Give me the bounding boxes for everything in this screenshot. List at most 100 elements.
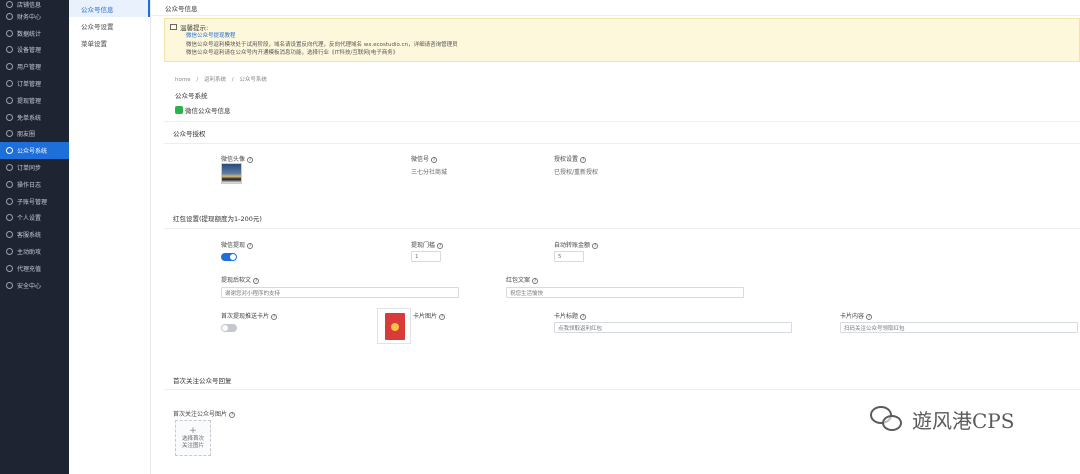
- sidebar-item[interactable]: 个人设置: [0, 210, 69, 227]
- sidebar-item[interactable]: 数据统计: [0, 25, 69, 42]
- first-push-label: 首次提现推送卡片?: [221, 313, 278, 320]
- menu-icon: [6, 130, 13, 138]
- divider: [164, 228, 1080, 229]
- help-icon[interactable]: ?: [271, 313, 278, 320]
- red-text-input[interactable]: 祝您生活愉快: [506, 287, 744, 298]
- toggle-knob: [230, 254, 236, 260]
- sidebar-item-label: 主动助攻: [17, 249, 42, 257]
- after-text-input[interactable]: 谢谢您对小程序的支持: [221, 287, 459, 298]
- sidebar-item[interactable]: 提现管理: [0, 92, 69, 109]
- toggle-knob: [222, 325, 228, 331]
- auth-status-value[interactable]: 已授权/重新授权: [554, 167, 598, 176]
- sidebar-item[interactable]: 设备管理: [0, 42, 69, 59]
- coin-icon: [391, 323, 399, 331]
- menu-icon: [6, 214, 13, 222]
- help-icon[interactable]: ?: [866, 313, 873, 320]
- sidebar-item[interactable]: 朋友圈: [0, 126, 69, 143]
- subnav-item[interactable]: 公众号信息: [69, 0, 150, 17]
- help-icon[interactable]: ?: [532, 277, 539, 284]
- help-icon[interactable]: ?: [580, 156, 587, 163]
- divider: [164, 121, 1080, 122]
- sidebar-item-label: 代理充值: [17, 265, 42, 273]
- sidebar-item[interactable]: 用户管理: [0, 58, 69, 75]
- sidebar-item-label: 朋友圈: [17, 131, 36, 139]
- menu-icon: [6, 231, 13, 239]
- menu-icon: [6, 197, 13, 205]
- menu-icon: [6, 147, 13, 155]
- sidebar-item-label: 免单系统: [17, 114, 42, 122]
- notice-tutorial-link[interactable]: 微信公众号提现教程: [186, 32, 1074, 41]
- breadcrumb-level2: 公众号系统: [239, 77, 267, 83]
- breadcrumb-sep: /: [231, 77, 234, 83]
- avatar-label: 微信头像?: [221, 156, 254, 163]
- sidebar-item-label: 个人设置: [17, 215, 42, 223]
- sub-nav: 公众号信息 公众号设置 菜单设置: [69, 0, 151, 474]
- breadcrumb-home[interactable]: home: [175, 77, 191, 83]
- main-sidebar: 店铺信息财务中心数据统计设备管理用户管理订单管理提现管理免单系统朋友圈公众号系统…: [0, 0, 69, 474]
- breadcrumb-level1[interactable]: 返利系统: [204, 77, 226, 83]
- menu-icon: [6, 264, 13, 272]
- card-image-preview[interactable]: [377, 308, 411, 344]
- wx-info-label: 微信公众号信息: [185, 107, 231, 115]
- sidebar-item[interactable]: 客服系统: [0, 226, 69, 243]
- sidebar-item-label: 财务中心: [17, 13, 42, 21]
- sidebar-item[interactable]: 免单系统: [0, 109, 69, 126]
- menu-icon: [6, 248, 13, 256]
- sidebar-item[interactable]: 主动助攻: [0, 243, 69, 260]
- wechat-icon: [175, 106, 183, 114]
- sidebar-item[interactable]: 财务中心: [0, 8, 69, 25]
- sidebar-item[interactable]: 订单同步: [0, 159, 69, 176]
- sidebar-item[interactable]: 公众号系统: [0, 142, 69, 160]
- help-icon[interactable]: ?: [229, 411, 236, 418]
- card-content-input[interactable]: 扫码关注公众号领取红包: [840, 322, 1078, 333]
- card-image-label: 卡片图片?: [413, 313, 446, 320]
- menu-icon: [6, 281, 13, 289]
- page-title: 公众号信息: [151, 0, 1080, 16]
- sidebar-item-label: 设备管理: [17, 47, 42, 55]
- help-icon[interactable]: ?: [580, 313, 587, 320]
- upload-line-1: 选择首次: [181, 435, 204, 442]
- help-icon[interactable]: ?: [439, 313, 446, 320]
- wxid-label: 微信号?: [411, 156, 438, 163]
- after-text-label: 提现后软文?: [221, 277, 260, 284]
- subnav-item[interactable]: 菜单设置: [69, 34, 150, 51]
- help-icon[interactable]: ?: [247, 242, 254, 249]
- sidebar-item[interactable]: 店铺信息: [0, 0, 69, 8]
- sidebar-item[interactable]: 子账号管理: [0, 193, 69, 210]
- sidebar-item[interactable]: 订单管理: [0, 75, 69, 92]
- wx-withdraw-toggle[interactable]: [221, 253, 237, 261]
- threshold-input[interactable]: 1: [411, 251, 441, 262]
- auto-amount-label: 自动转账金额?: [554, 242, 599, 249]
- first-push-toggle[interactable]: [221, 324, 237, 332]
- card-title-input[interactable]: 点我领取返利红包: [554, 322, 792, 333]
- breadcrumb-sep: /: [196, 77, 199, 83]
- sidebar-item[interactable]: 操作日志: [0, 176, 69, 193]
- help-icon[interactable]: ?: [592, 242, 599, 249]
- menu-icon: [6, 96, 13, 104]
- red-envelope-icon: [385, 313, 405, 340]
- sidebar-item[interactable]: 代理充值: [0, 260, 69, 277]
- auth-section-title: 公众号授权: [173, 130, 206, 138]
- sidebar-item[interactable]: 安全中心: [0, 277, 69, 294]
- wx-withdraw-label: 微信提现?: [221, 242, 254, 249]
- menu-icon: [6, 80, 13, 88]
- sidebar-item-label: 订单同步: [17, 165, 42, 173]
- help-icon[interactable]: ?: [253, 277, 260, 284]
- sidebar-item-label: 子账号管理: [17, 198, 48, 206]
- sidebar-item-label: 安全中心: [17, 282, 42, 290]
- notice-title: 温馨提示:: [180, 24, 209, 32]
- subnav-item[interactable]: 公众号设置: [69, 17, 150, 34]
- sidebar-item-label: 用户管理: [17, 64, 42, 72]
- card-title-label: 卡片标题?: [554, 313, 587, 320]
- help-icon[interactable]: ?: [437, 242, 444, 249]
- help-icon[interactable]: ?: [431, 156, 438, 163]
- divider: [164, 389, 1080, 390]
- wx-info-tag: 微信公众号信息: [175, 105, 231, 115]
- sidebar-item-label: 订单管理: [17, 81, 42, 89]
- red-text-label: 红包文案?: [506, 277, 539, 284]
- help-icon[interactable]: ?: [247, 156, 254, 163]
- wechat-logo-icon: [870, 405, 904, 434]
- auto-amount-input[interactable]: 5: [554, 251, 584, 262]
- follow-image-upload[interactable]: + 选择首次 关注图片: [175, 420, 211, 456]
- wxid-value: 三七分社商城: [411, 169, 448, 176]
